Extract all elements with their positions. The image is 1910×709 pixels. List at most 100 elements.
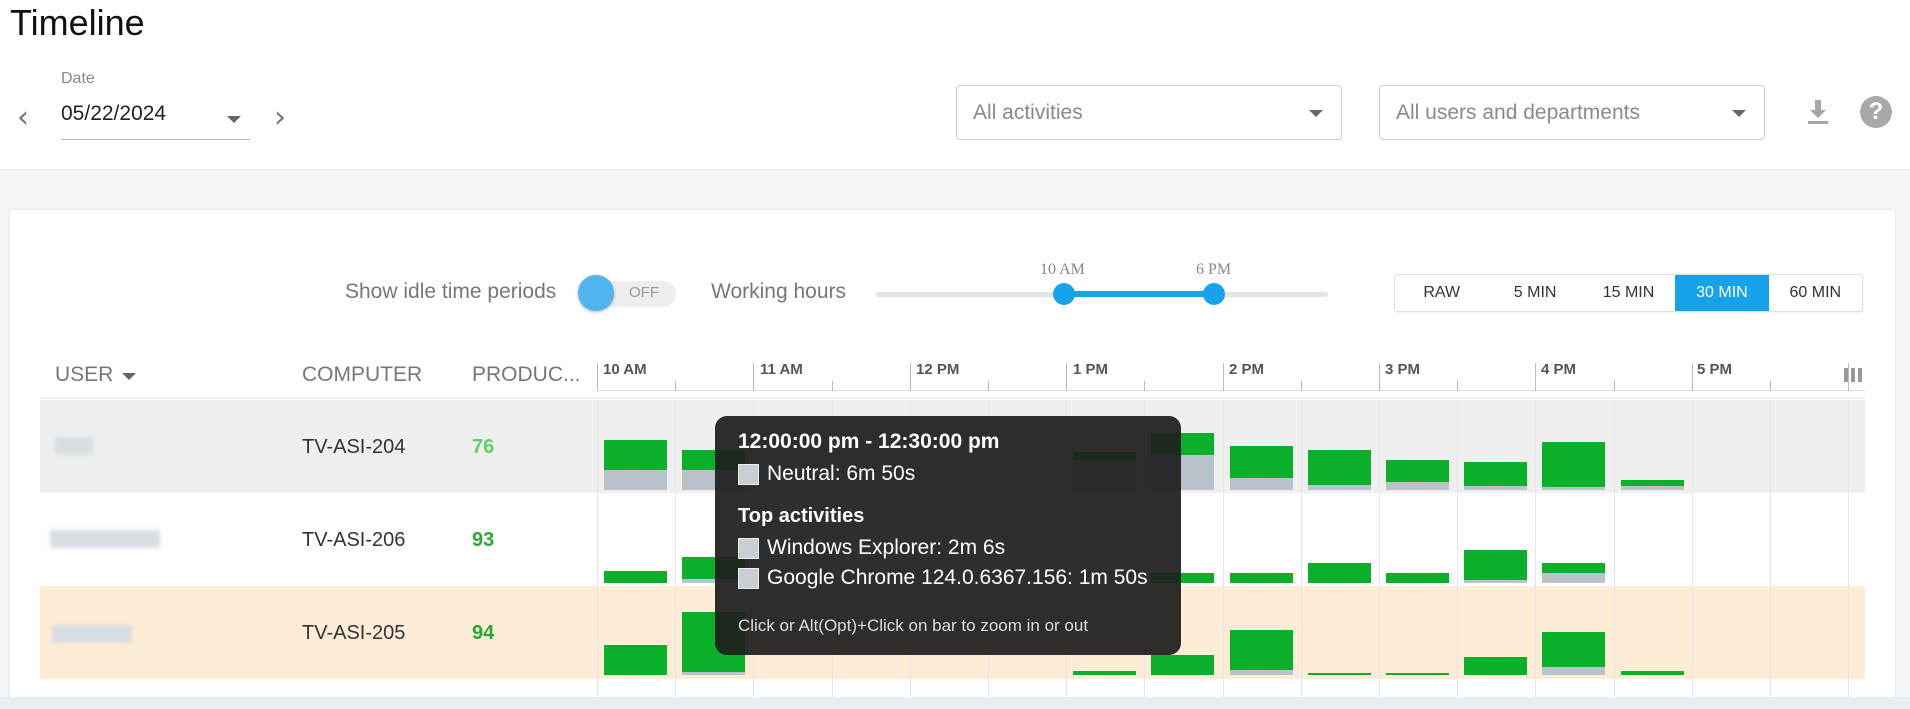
user-column-header[interactable]: USER bbox=[55, 363, 113, 387]
productive-bar-segment[interactable] bbox=[1542, 632, 1605, 667]
chevron-down-icon bbox=[227, 116, 241, 123]
productive-bar-segment[interactable] bbox=[604, 571, 667, 583]
productive-bar-segment[interactable] bbox=[1073, 671, 1136, 675]
productive-bar-segment[interactable] bbox=[1621, 480, 1684, 486]
neutral-bar-segment[interactable] bbox=[1386, 482, 1449, 490]
productive-bar-segment[interactable] bbox=[1308, 563, 1371, 583]
interval-5min-button[interactable]: 5 MIN bbox=[1488, 275, 1581, 311]
time-tick bbox=[910, 363, 911, 391]
time-tick bbox=[753, 363, 754, 391]
grid-line bbox=[1535, 400, 1536, 709]
time-tick bbox=[675, 381, 676, 391]
header-divider bbox=[40, 398, 1865, 399]
toggle-state: OFF bbox=[629, 284, 659, 301]
productive-bar-segment[interactable] bbox=[1464, 657, 1527, 675]
hour-label: 1 PM bbox=[1073, 361, 1109, 378]
working-start-handle[interactable] bbox=[1053, 283, 1075, 305]
productive-bar-segment[interactable] bbox=[604, 645, 667, 675]
computer-name: TV-ASI-205 bbox=[302, 622, 406, 644]
user-name[interactable] bbox=[50, 530, 160, 548]
productive-bar-segment[interactable] bbox=[1542, 442, 1605, 487]
neutral-bar-segment[interactable] bbox=[1621, 486, 1684, 490]
user-name[interactable] bbox=[52, 625, 132, 643]
productive-bar-segment[interactable] bbox=[1308, 673, 1371, 675]
date-picker[interactable]: 05/22/2024 bbox=[61, 96, 250, 140]
time-tick bbox=[1614, 381, 1615, 391]
productive-bar-segment[interactable] bbox=[1386, 673, 1449, 675]
time-tick bbox=[1770, 381, 1771, 391]
working-hours-label: Working hours bbox=[711, 280, 847, 303]
working-hours-range bbox=[1063, 291, 1215, 297]
users-select[interactable]: All users and departments bbox=[1379, 85, 1765, 140]
neutral-bar-segment[interactable] bbox=[1464, 486, 1527, 490]
productive-bar-segment[interactable] bbox=[604, 440, 667, 470]
productive-bar-segment[interactable] bbox=[1230, 573, 1293, 583]
productive-bar-segment[interactable] bbox=[1386, 460, 1449, 482]
productive-bar-segment[interactable] bbox=[1151, 655, 1214, 675]
productive-bar-segment[interactable] bbox=[1542, 563, 1605, 573]
neutral-bar-segment[interactable] bbox=[1464, 580, 1527, 583]
interval-60min-button[interactable]: 60 MIN bbox=[1769, 275, 1862, 311]
productive-bar-segment[interactable] bbox=[1621, 671, 1684, 675]
grid-line bbox=[1614, 400, 1615, 709]
sort-down-icon[interactable] bbox=[122, 373, 136, 380]
tooltip-activity: Windows Explorer: 2m 6s bbox=[767, 536, 1006, 559]
tooltip-neutral: Neutral: 6m 50s bbox=[767, 462, 916, 485]
working-end-label: 6 PM bbox=[1196, 261, 1232, 278]
help-icon[interactable]: ? bbox=[1860, 96, 1892, 128]
neutral-bar-segment[interactable] bbox=[1542, 667, 1605, 675]
neutral-bar-segment[interactable] bbox=[604, 470, 667, 490]
idle-periods-toggle[interactable]: OFF bbox=[578, 275, 676, 311]
working-end-handle[interactable] bbox=[1203, 283, 1225, 305]
hour-label: 3 PM bbox=[1385, 361, 1421, 378]
tooltip-range: 12:00:00 pm - 12:30:00 pm bbox=[738, 430, 1000, 453]
neutral-bar-segment[interactable] bbox=[1230, 478, 1293, 490]
computer-column-header[interactable]: COMPUTER bbox=[302, 363, 422, 387]
tooltip-heading: Top activities bbox=[738, 505, 865, 527]
neutral-bar-segment[interactable] bbox=[1542, 573, 1605, 583]
time-tick bbox=[597, 363, 598, 391]
productivity-column-header[interactable]: PRODUC... bbox=[472, 363, 581, 387]
neutral-bar-segment[interactable] bbox=[682, 672, 745, 675]
chevron-down-icon bbox=[1732, 110, 1746, 117]
hour-label: 5 PM bbox=[1697, 361, 1733, 378]
grid-line bbox=[1848, 400, 1849, 709]
grid-line bbox=[1692, 400, 1693, 709]
date-label: Date bbox=[61, 70, 95, 87]
columns-icon[interactable] bbox=[1843, 366, 1863, 384]
date-value: 05/22/2024 bbox=[61, 102, 167, 125]
neutral-bar-segment[interactable] bbox=[1308, 485, 1371, 490]
productivity-value: 76 bbox=[472, 436, 495, 458]
download-icon[interactable] bbox=[1803, 97, 1833, 127]
productive-bar-segment[interactable] bbox=[1464, 462, 1527, 486]
interval-raw-button[interactable]: RAW bbox=[1395, 275, 1488, 311]
time-axis-line bbox=[597, 390, 1865, 391]
grid-line bbox=[675, 400, 676, 709]
users-select-value: All users and departments bbox=[1396, 101, 1640, 124]
neutral-bar-segment[interactable] bbox=[1230, 670, 1293, 675]
grid-line bbox=[1770, 400, 1771, 709]
hour-label: 12 PM bbox=[916, 361, 960, 378]
productive-bar-segment[interactable] bbox=[1308, 450, 1371, 485]
working-start-label: 10 AM bbox=[1040, 261, 1085, 278]
page-title: Timeline bbox=[10, 2, 145, 43]
time-tick bbox=[1457, 381, 1458, 391]
prev-day-icon[interactable]: ‹ bbox=[17, 103, 29, 133]
activities-select[interactable]: All activities bbox=[956, 85, 1342, 140]
hour-label: 4 PM bbox=[1541, 361, 1577, 378]
interval-15min-button[interactable]: 15 MIN bbox=[1582, 275, 1675, 311]
productivity-value: 94 bbox=[472, 622, 495, 644]
productive-bar-segment[interactable] bbox=[1230, 630, 1293, 670]
next-day-icon[interactable]: › bbox=[274, 103, 286, 133]
activity-swatch bbox=[738, 568, 759, 589]
computer-name: TV-ASI-206 bbox=[302, 529, 406, 551]
user-name[interactable] bbox=[55, 437, 93, 455]
productive-bar-segment[interactable] bbox=[1230, 446, 1293, 478]
activity-swatch bbox=[738, 538, 759, 559]
interval-30min-button[interactable]: 30 MIN bbox=[1675, 275, 1769, 311]
neutral-swatch bbox=[738, 464, 759, 485]
neutral-bar-segment[interactable] bbox=[1542, 487, 1605, 490]
time-tick bbox=[1535, 363, 1536, 391]
productive-bar-segment[interactable] bbox=[1386, 573, 1449, 583]
productive-bar-segment[interactable] bbox=[1464, 550, 1527, 580]
